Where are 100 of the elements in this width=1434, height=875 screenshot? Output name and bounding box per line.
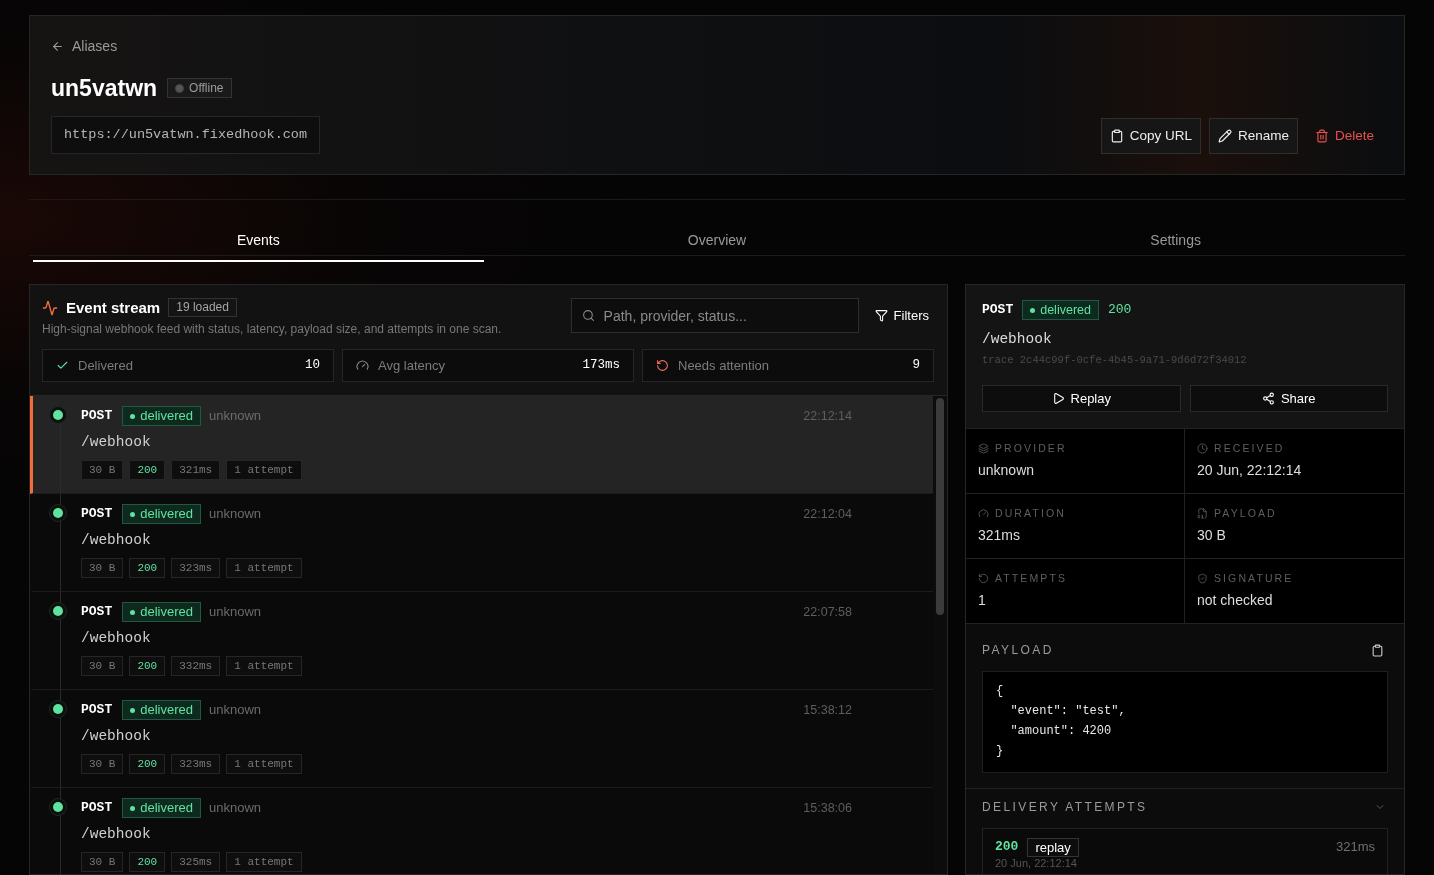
- alias-title: un5vatwn: [51, 76, 158, 100]
- attempt-tag: replay: [1027, 837, 1079, 857]
- search-icon: [581, 309, 595, 322]
- delete-button[interactable]: Delete: [1305, 118, 1383, 154]
- method-label: POST: [81, 603, 113, 622]
- field-label: PAYLOAD: [1214, 506, 1277, 520]
- share-button[interactable]: Share: [1189, 385, 1388, 412]
- attempts-tag: 1 attempt: [226, 852, 302, 872]
- field-value: 30 B: [1197, 526, 1226, 545]
- copy-button[interactable]: Copy URL: [1100, 118, 1201, 154]
- provider-label: unknown: [209, 407, 262, 426]
- event-row[interactable]: POST delivered unknown 15:38:12 /webhook 30 B 200 323ms 1 attempt: [30, 690, 933, 788]
- play-icon: [1051, 392, 1065, 405]
- field-value: 321ms: [978, 526, 1021, 545]
- status-label: delivered: [140, 702, 193, 718]
- attempt-time: 20 Jun, 22:12:14: [995, 857, 1077, 870]
- stat-value: 10: [305, 357, 320, 375]
- status-code-tag: 200: [129, 852, 166, 872]
- duration-tag: 325ms: [171, 852, 221, 872]
- file-icon: [1197, 507, 1208, 519]
- attempts-tag: 1 attempt: [226, 558, 302, 578]
- rename-button[interactable]: Rename: [1208, 118, 1298, 154]
- filter-icon: [874, 309, 888, 322]
- field-value: 20 Jun, 22:12:14: [1197, 461, 1302, 480]
- status-label: delivered: [140, 506, 193, 522]
- gauge-icon: [356, 359, 369, 372]
- stat-label: Avg latency: [378, 356, 445, 375]
- event-time: 15:38:12: [803, 701, 852, 719]
- provider-label: unknown: [209, 505, 262, 524]
- pencil-icon: [1217, 129, 1232, 143]
- event-row[interactable]: POST delivered unknown 22:12:14 /webhook 30 B 200 321ms 1 attempt: [30, 396, 933, 494]
- filters-button[interactable]: Filters: [872, 300, 931, 331]
- status-label: delivered: [140, 800, 193, 816]
- clipboard-icon: [1109, 129, 1124, 143]
- pulse-icon: [42, 299, 58, 316]
- method-label: POST: [982, 301, 1014, 320]
- attempts-tag: 1 attempt: [226, 656, 302, 676]
- duration-tag: 323ms: [171, 558, 221, 578]
- section-title: PAYLOAD: [982, 642, 1054, 659]
- event-time: 22:07:58: [803, 603, 852, 621]
- field-label: DURATION: [995, 506, 1066, 520]
- shield-icon: [1197, 572, 1208, 584]
- event-time: 22:12:14: [803, 407, 852, 425]
- tab[interactable]: Overview: [491, 200, 943, 262]
- tab[interactable]: Settings: [950, 200, 1401, 262]
- size-tag: 30 B: [81, 656, 124, 676]
- status-code: 200: [1107, 301, 1132, 320]
- field-value: unknown: [978, 461, 1035, 480]
- status-code-tag: 200: [129, 460, 166, 480]
- field-value: not checked: [1197, 591, 1273, 610]
- event-row[interactable]: POST delivered unknown 22:12:04 /webhook 30 B 200 323ms 1 attempt: [30, 494, 933, 592]
- stat-label: Needs attention: [678, 356, 770, 375]
- section-title: DELIVERY ATTEMPTS: [982, 799, 1148, 816]
- field-value: 1: [978, 591, 986, 610]
- field-label: RECEIVED: [1214, 441, 1285, 455]
- check-icon: [56, 359, 69, 372]
- panel-title: Event stream: [66, 298, 161, 317]
- event-time: 15:38:06: [803, 799, 852, 817]
- event-path: /webhook: [81, 727, 151, 746]
- event-time: 22:12:04: [803, 505, 852, 523]
- field-label: SIGNATURE: [1214, 571, 1294, 585]
- event-path: /webhook: [81, 433, 151, 452]
- share-icon: [1261, 392, 1275, 405]
- scrollbar-thumb[interactable]: [936, 398, 944, 615]
- method-label: POST: [81, 407, 113, 426]
- search-field[interactable]: Path, provider, status...: [570, 298, 859, 333]
- status-label: delivered: [140, 604, 193, 620]
- provider-label: unknown: [209, 799, 262, 818]
- back-arrow-icon: [51, 39, 64, 53]
- status-label: delivered: [1040, 302, 1091, 318]
- replay-button[interactable]: Replay: [982, 385, 1181, 412]
- attempt-duration: 321ms: [1335, 838, 1375, 857]
- attempts-tag: 1 attempt: [226, 754, 302, 774]
- rotate-icon: [656, 359, 669, 372]
- duration-tag: 323ms: [171, 754, 221, 774]
- event-path: /webhook: [81, 629, 151, 648]
- duration-tag: 321ms: [171, 460, 221, 480]
- provider-label: unknown: [209, 701, 262, 720]
- status-code-tag: 200: [129, 754, 166, 774]
- event-path: /webhook: [982, 330, 1052, 349]
- clock-icon: [1197, 442, 1208, 454]
- attempt-code: 200: [995, 838, 1019, 857]
- payload-code: { "event": "test", "amount": 4200 }: [982, 671, 1388, 773]
- size-tag: 30 B: [81, 460, 124, 480]
- method-label: POST: [81, 505, 113, 524]
- stat-label: Delivered: [78, 356, 133, 375]
- layers-icon: [978, 442, 989, 454]
- method-label: POST: [81, 701, 113, 720]
- method-label: POST: [81, 799, 113, 818]
- status-label: delivered: [140, 408, 193, 424]
- count-badge: 19 loaded: [168, 298, 237, 317]
- copy-icon[interactable]: [1371, 643, 1384, 657]
- tab[interactable]: Events: [33, 200, 484, 262]
- rotate-icon: [978, 572, 989, 584]
- attempts-tag: 1 attempt: [226, 460, 302, 480]
- stat-value: 173ms: [582, 357, 620, 375]
- back-link[interactable]: Aliases: [51, 36, 118, 56]
- status-code-tag: 200: [129, 558, 166, 578]
- url-display: https://un5vatwn.fixedhook.com: [51, 116, 321, 154]
- event-row[interactable]: POST delivered unknown 22:07:58 /webhook 30 B 200 332ms 1 attempt: [30, 592, 933, 690]
